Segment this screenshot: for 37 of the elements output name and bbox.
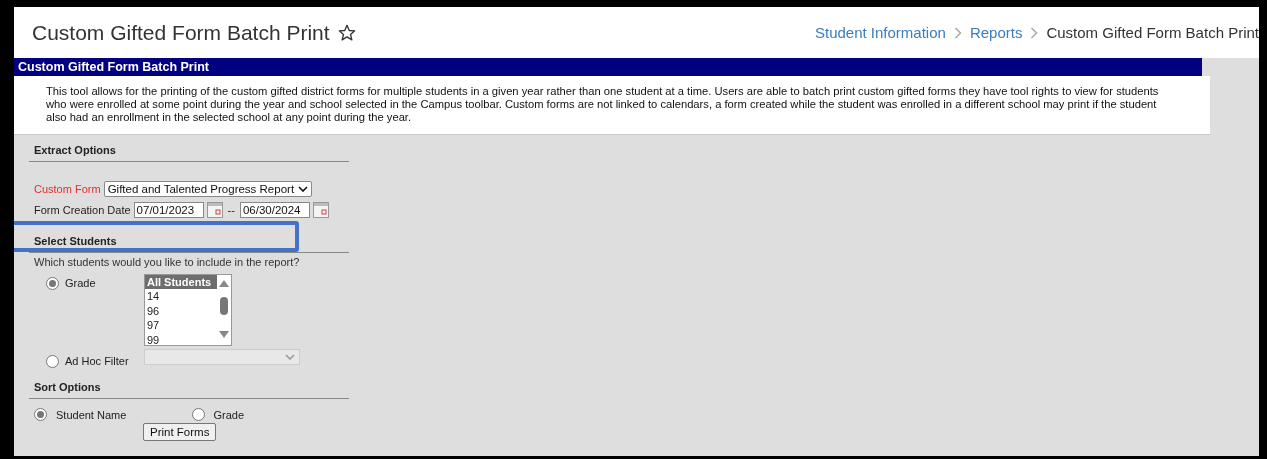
prompt-text: Which students would you like to include in the report?	[33, 255, 301, 268]
list-item[interactable]: 96	[145, 303, 217, 319]
list-item[interactable]: 97	[145, 318, 217, 333]
breadcrumb-link[interactable]: Student Information	[814, 24, 946, 41]
end-date-field[interactable]: 06/30/2024	[239, 201, 310, 218]
radio-label: Grade	[213, 408, 245, 421]
list-item[interactable]: 99	[145, 332, 217, 347]
field-label: Form Creation Date	[34, 203, 131, 216]
breadcrumb-current: Custom Gifted Form Batch Print	[1046, 24, 1259, 41]
star-icon[interactable]	[337, 23, 356, 42]
radio-button[interactable]	[34, 408, 47, 421]
custom-form-dropdown[interactable]: Gifted and Talented Progress Report	[103, 180, 313, 197]
field-label: Custom Form	[34, 182, 101, 195]
chevron-icon	[953, 26, 962, 39]
calendar-icon[interactable]	[206, 201, 223, 218]
section-heading: Extract Options	[29, 144, 349, 162]
start-date-field[interactable]: 07/01/2023	[133, 201, 204, 218]
radio-label: Grade	[65, 277, 96, 290]
chevron-icon	[285, 354, 295, 360]
section-banner: Custom Gifted Form Batch Print	[14, 58, 1202, 76]
page-title: Custom Gifted Form Batch Print	[32, 20, 330, 45]
date-separator: --	[227, 203, 235, 216]
chevron-icon	[298, 185, 309, 192]
breadcrumb-link[interactable]: Reports	[969, 24, 1023, 41]
radio-button[interactable]	[191, 408, 205, 421]
list-item[interactable]: 14	[145, 289, 217, 304]
print-forms-button[interactable]: Print Forms	[143, 423, 217, 441]
chevron-icon	[1030, 26, 1039, 39]
calendar-icon[interactable]	[312, 201, 329, 218]
grade-listbox[interactable]: All Students 14 96 97 99	[144, 274, 232, 346]
radio-label: Ad Hoc Filter	[65, 355, 129, 368]
radio-label: Student Name	[56, 408, 127, 421]
section-heading: Sort Options	[29, 381, 349, 399]
section-heading: Select Students	[29, 235, 349, 253]
radio-button[interactable]	[46, 277, 59, 290]
description-text: This tool allows for the printing of the custom gifted district forms for multiple students in a given year rather than one student at a time. Users are able to batch print custom gifted forms they have tool rights to view for students who were enrolled at some point during the year and school selected in the Campus toolbar. Custom forms are not linked to calendars, a form created while the student was enrolled in a different school may print if the student also had an enrollment in the selected school at any point during the year.	[14, 76, 1210, 135]
list-item[interactable]: All Students	[145, 275, 217, 290]
